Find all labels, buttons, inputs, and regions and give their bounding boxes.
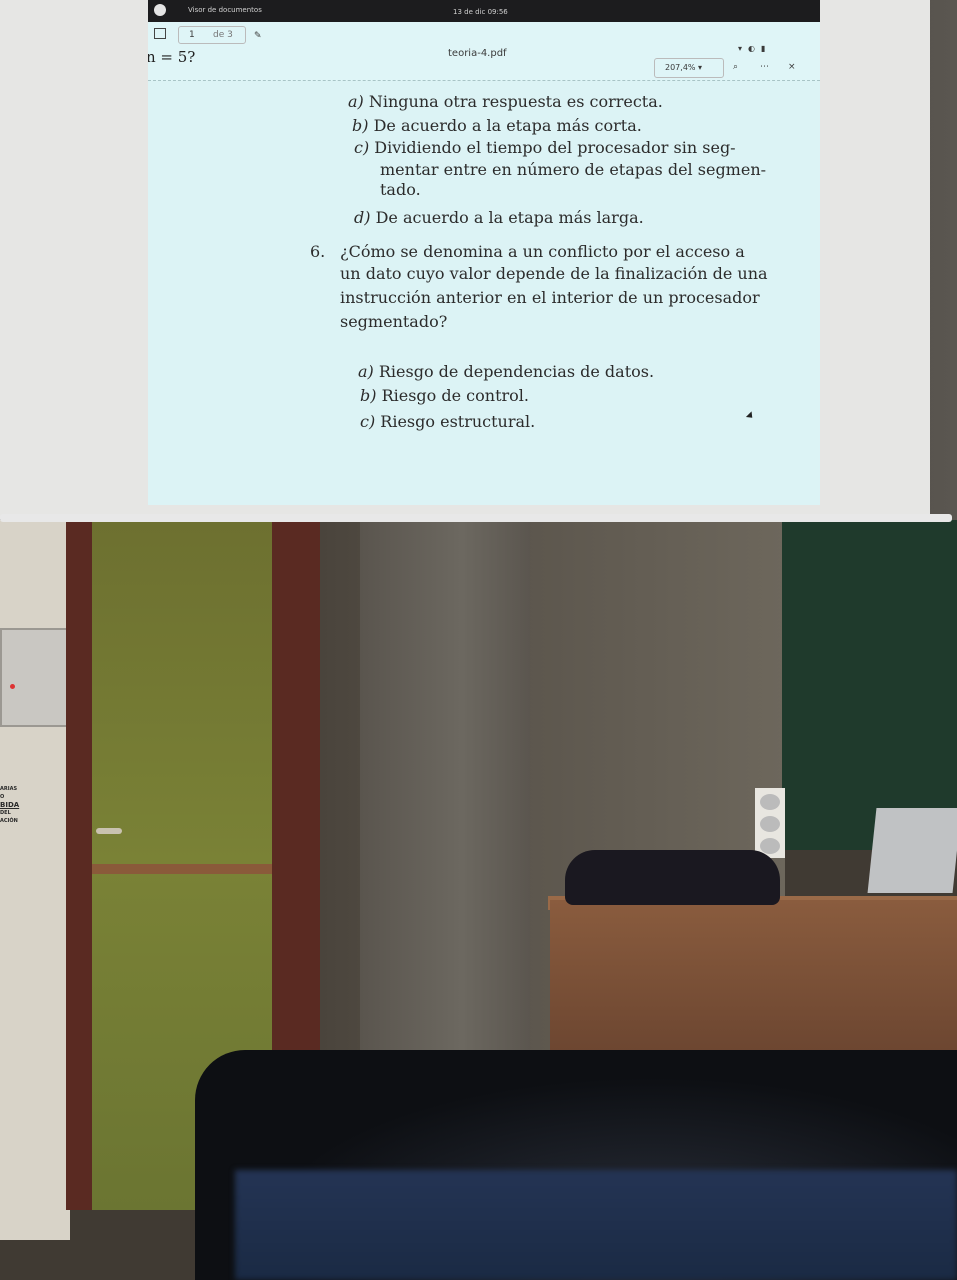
system-topbar: Visor de documentos 13 de dic 09:56 [148,0,820,22]
door-panel-divider [92,864,272,874]
question-line: instrucción anterior en el interior de u… [340,288,760,307]
app-icon [154,4,166,16]
door-handle [96,828,122,834]
option-continuation: mentar entre en número de etapas del seg… [380,160,767,179]
question-number: 6. [310,242,326,261]
app-title: Visor de documentos [188,6,262,14]
socket [760,838,780,854]
screen-bottom-bar [0,514,952,522]
chalkboard [782,520,957,850]
option-continuation: tado. [380,180,421,199]
close-icon[interactable]: × [788,62,796,72]
option-item: a) Riesgo de dependencias de datos. [358,362,655,381]
viewer-headerbar: 1 de 3 ✎ ▾◐▮ teoria-4.pdf 207,4% ▾ ⌕ ⋯ ×… [148,22,820,81]
wall-sign: ARIAS O BIDA DEL ACIÓN [0,786,20,824]
mouse-pointer-icon [745,411,756,421]
more-icon[interactable]: ⋯ [760,62,769,72]
document-title: teoria-4.pdf [448,48,507,59]
panel-led [10,684,15,689]
wall-sockets [755,788,785,858]
socket [760,816,780,832]
page-total: de 3 [213,30,233,40]
option-item: b) De acuerdo a la etapa más corta. [352,116,642,135]
page-current[interactable]: 1 [189,30,195,40]
electrical-panel [0,628,68,727]
question-line: un dato cuyo valor depende de la finaliz… [340,264,768,283]
search-icon[interactable]: ⌕ [733,62,738,72]
option-item: d) De acuerdo a la etapa más larga. [354,208,644,227]
concrete-pillar [360,520,530,1060]
cut-off-text: n = 5? [148,48,196,66]
option-item: c) Dividiendo el tiempo del procesador s… [354,138,736,157]
option-item: a) Ninguna otra respuesta es correcta. [348,92,663,111]
status-icons: ▾◐▮ [738,44,772,53]
document-viewer: Visor de documentos 13 de dic 09:56 1 de… [148,0,820,505]
pencil-icon[interactable]: ✎ [254,31,262,41]
zoom-selector[interactable]: 207,4% ▾ [654,58,724,78]
teacher-laptop [867,808,957,893]
zoom-value: 207,4% ▾ [665,63,703,72]
option-item: b) Riesgo de control. [360,386,529,405]
page-selector[interactable]: 1 de 3 [178,26,246,44]
foreground-laptop-screen [235,1170,957,1280]
clock[interactable]: 13 de dic 09:56 [453,8,508,16]
question-line: ¿Cómo se denomina a un conflicto por el … [340,242,745,261]
socket [760,794,780,810]
question-line: segmentado? [340,312,448,331]
teacher-desk [550,900,957,1060]
backpack [565,850,780,905]
sidebar-icon[interactable] [154,28,166,39]
option-item: c) Riesgo estructural. [360,412,536,431]
